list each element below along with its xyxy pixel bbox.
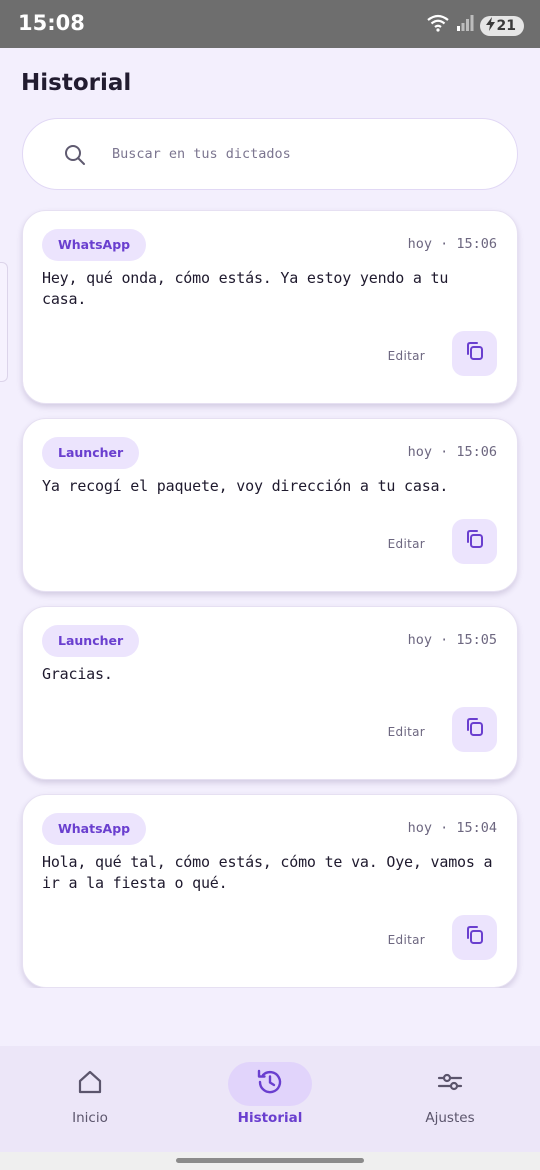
card-timestamp: hoy · 15:05 <box>407 632 497 648</box>
search-placeholder: Buscar en tus dictados <box>112 146 291 162</box>
list-clip-area <box>0 988 540 1046</box>
nav-item-inicio[interactable]: Inicio <box>0 1046 180 1152</box>
dictation-text: Gracias. <box>42 665 113 683</box>
edit-button[interactable]: Editar <box>388 933 425 947</box>
card-timestamp: hoy · 15:04 <box>407 820 497 836</box>
history-card[interactable]: WhatsApp hoy · 15:06 Hey, qué onda, cómo… <box>22 210 518 404</box>
card-timestamp: hoy · 15:06 <box>407 444 497 460</box>
copy-button[interactable] <box>452 915 497 960</box>
copy-button[interactable] <box>452 519 497 564</box>
search-icon <box>63 143 87 172</box>
copy-icon <box>464 340 486 367</box>
battery-level: 21 <box>496 17 516 34</box>
copy-button[interactable] <box>452 331 497 376</box>
app-chip: WhatsApp <box>42 813 147 845</box>
app-chip: Launcher <box>42 625 140 657</box>
nav-item-historial[interactable]: Historial <box>180 1046 360 1152</box>
history-card[interactable]: Launcher hoy · 15:05 Gracias. Editar <box>22 606 518 780</box>
wifi-icon <box>426 14 450 37</box>
history-card[interactable]: WhatsApp hoy · 15:04 Hola, qué tal, cómo… <box>22 794 518 988</box>
home-icon <box>76 1068 104 1101</box>
copy-button[interactable] <box>452 707 497 752</box>
status-bar: 15:08 21 <box>0 0 540 48</box>
signal-icon <box>456 14 474 37</box>
app-chip: WhatsApp <box>42 229 147 261</box>
dictation-text: Hola, qué tal, cómo estás, cómo te va. O… <box>42 853 493 892</box>
nav-label: Inicio <box>72 1110 108 1126</box>
edit-button[interactable]: Editar <box>388 537 425 551</box>
sliders-icon <box>436 1068 464 1101</box>
nav-item-ajustes[interactable]: Ajustes <box>360 1046 540 1152</box>
edit-button[interactable]: Editar <box>388 349 425 363</box>
search-input[interactable]: Buscar en tus dictados <box>22 118 518 190</box>
copy-icon <box>464 528 486 555</box>
status-time: 15:08 <box>18 11 85 35</box>
dictation-text: Hey, qué onda, cómo estás. Ya estoy yend… <box>42 269 449 308</box>
card-timestamp: hoy · 15:06 <box>407 236 497 252</box>
bottom-navigation: Inicio Historial Ajustes <box>0 1046 540 1152</box>
status-icons: 21 <box>426 14 524 37</box>
page-title: Historial <box>21 70 132 96</box>
copy-icon <box>464 924 486 951</box>
history-card[interactable]: Launcher hoy · 15:06 Ya recogí el paquet… <box>22 418 518 592</box>
edit-button[interactable]: Editar <box>388 725 425 739</box>
charging-icon <box>485 16 495 35</box>
battery-indicator: 21 <box>479 15 524 36</box>
dictation-text: Ya recogí el paquete, voy dirección a tu… <box>42 477 449 495</box>
gesture-area <box>0 1152 540 1170</box>
nav-label: Historial <box>237 1110 303 1126</box>
app-chip: Launcher <box>42 437 140 469</box>
nav-icon-container <box>48 1062 132 1106</box>
gesture-bar[interactable] <box>176 1158 364 1163</box>
history-icon <box>255 1067 285 1102</box>
nav-label: Ajustes <box>425 1110 475 1126</box>
copy-icon <box>464 716 486 743</box>
side-handle[interactable] <box>0 262 8 382</box>
nav-icon-container <box>228 1062 312 1106</box>
nav-icon-container <box>408 1062 492 1106</box>
